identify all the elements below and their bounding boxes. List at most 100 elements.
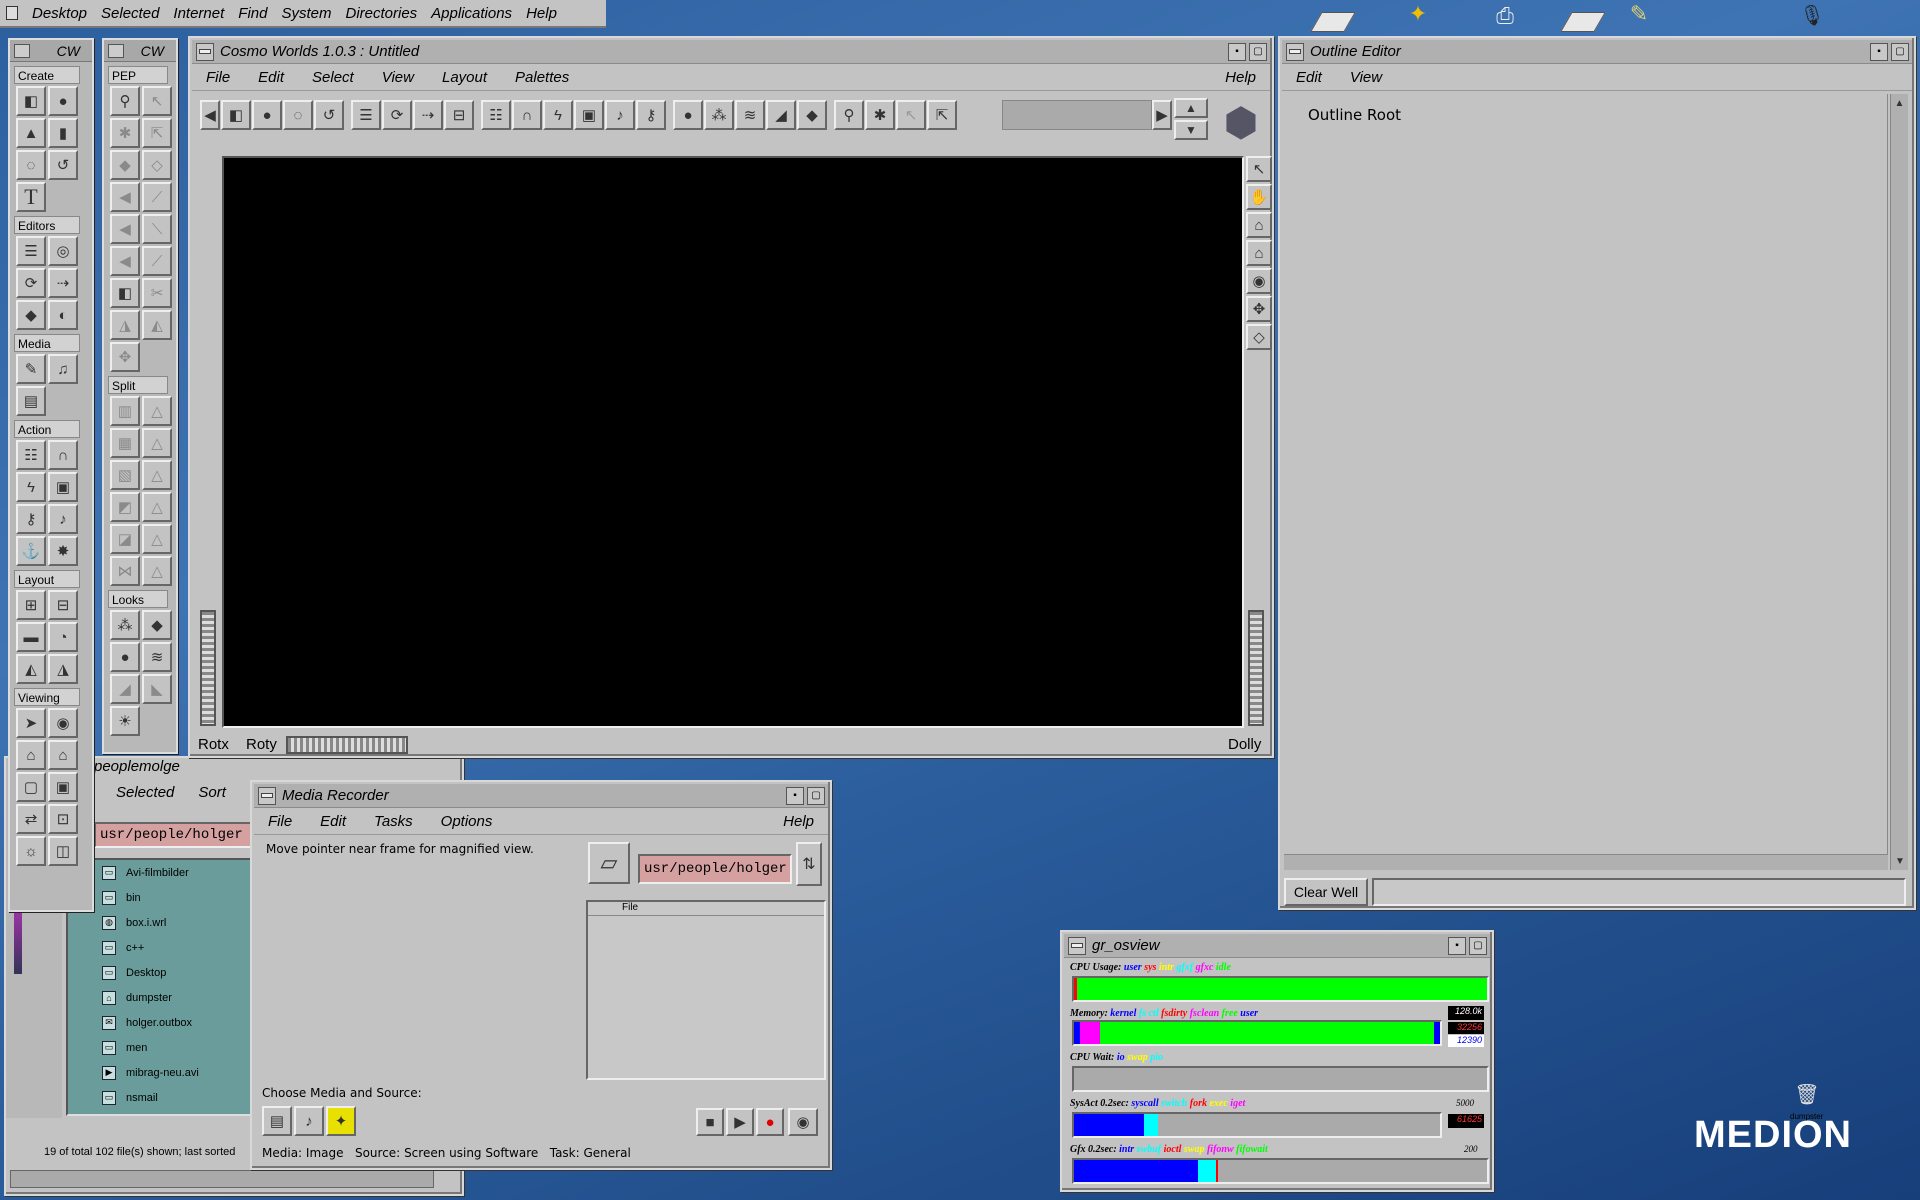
cone-icon[interactable]: ▲: [16, 118, 46, 148]
toolbar-path-icon[interactable]: ⇢: [413, 100, 443, 130]
toolbar-pin-icon[interactable]: ⚲: [834, 100, 864, 130]
menu-internet[interactable]: Internet: [173, 5, 224, 22]
audio-media-icon[interactable]: ♪: [294, 1106, 324, 1136]
protractor-icon[interactable]: ◔: [48, 622, 78, 652]
split-4-icon[interactable]: △: [142, 428, 172, 458]
list-item[interactable]: ▭ nsmail: [68, 1085, 254, 1110]
maximize-button[interactable]: ▢: [807, 786, 825, 805]
viewer-set-home-icon[interactable]: ⌂: [1246, 240, 1272, 266]
maximize-button[interactable]: ▢: [1249, 42, 1267, 61]
toolbar-sequence-icon[interactable]: ⊟: [444, 100, 474, 130]
toolbar-script-icon[interactable]: ☷: [481, 100, 511, 130]
section-pep[interactable]: PEP: [108, 66, 168, 84]
pep-pin-icon[interactable]: ⚲: [110, 86, 140, 116]
cosmo-menu-file[interactable]: File: [206, 69, 230, 86]
lightning-icon[interactable]: ϟ: [16, 472, 46, 502]
dumpster-icon[interactable]: 🗑: [1792, 1080, 1822, 1108]
toolbar-group-icon[interactable]: ⁂: [704, 100, 734, 130]
section-viewing[interactable]: Viewing: [14, 688, 80, 706]
lamp-icon[interactable]: ☼: [16, 836, 46, 866]
toolbar-morph-icon[interactable]: ⟳: [382, 100, 412, 130]
pep-tri2-icon[interactable]: ◭: [142, 310, 172, 340]
folder-icon[interactable]: ▱: [588, 842, 630, 884]
list-item[interactable]: ▭ bin: [68, 885, 254, 910]
pep-face2-icon[interactable]: ◇: [142, 150, 172, 180]
camera-icon[interactable]: ▣: [48, 772, 78, 802]
toolchest-icon[interactable]: [6, 6, 18, 20]
toolbar-list-icon[interactable]: ☰: [351, 100, 381, 130]
toolbar-cube-icon[interactable]: ◧: [221, 100, 251, 130]
list-item[interactable]: ▭ men: [68, 1035, 254, 1060]
path-icon[interactable]: ⇢: [48, 268, 78, 298]
toolbar-extrude-icon[interactable]: ↺: [314, 100, 344, 130]
viewer-eye-icon[interactable]: ◉: [1246, 268, 1272, 294]
fm-menu-sort[interactable]: Sort: [198, 784, 226, 801]
minimize-button[interactable]: ▪: [1870, 42, 1888, 61]
bulb-icon[interactable]: ☀: [110, 706, 140, 736]
desktop-microphone-icon[interactable]: 🎙: [1799, 0, 1824, 30]
menu-find[interactable]: Find: [238, 5, 267, 22]
recorder-menu-tasks[interactable]: Tasks: [374, 813, 413, 830]
toolbar-paint-icon[interactable]: ◆: [797, 100, 827, 130]
toolbar-scroll-up-icon[interactable]: ▲: [1174, 98, 1208, 118]
section-split[interactable]: Split: [108, 376, 168, 394]
fm-menu-selected[interactable]: Selected: [116, 784, 174, 801]
looks-group-icon[interactable]: ⁂: [110, 610, 140, 640]
looks-sphere-icon[interactable]: ●: [110, 642, 140, 672]
section-looks[interactable]: Looks: [108, 590, 168, 608]
menu-selected[interactable]: Selected: [101, 5, 159, 22]
maximize-button[interactable]: ▢: [1891, 42, 1909, 61]
cosmo-menu-help[interactable]: Help: [1225, 69, 1256, 86]
viewer-seek-icon[interactable]: ✥: [1246, 296, 1272, 322]
outline-titlebar[interactable]: Outline Editor ▪ ▢: [1282, 40, 1912, 64]
outline-vscrollbar[interactable]: ▲ ▼: [1890, 94, 1908, 870]
rotx-thumbwheel[interactable]: [200, 610, 216, 726]
pep-knife-icon[interactable]: ⟋: [142, 246, 172, 276]
toolbar-box-sensor-icon[interactable]: ▣: [574, 100, 604, 130]
list-item[interactable]: ⌂ dumpster: [68, 985, 254, 1010]
minimize-button[interactable]: ▪: [786, 786, 804, 805]
home-set-icon[interactable]: ⌂: [48, 740, 78, 770]
toolbar-layers-icon[interactable]: ≋: [735, 100, 765, 130]
toolbar-light-icon[interactable]: ◢: [766, 100, 796, 130]
pep-select-icon[interactable]: ⇱: [142, 118, 172, 148]
list-editor-icon[interactable]: ☰: [16, 236, 46, 266]
box-sensor-icon[interactable]: ▣: [48, 472, 78, 502]
toolbar-select-icon[interactable]: ⇱: [927, 100, 957, 130]
toolbar-scroll-right-icon[interactable]: ▶: [1152, 100, 1172, 130]
menu-desktop[interactable]: Desktop: [32, 5, 87, 22]
section-editors[interactable]: Editors: [14, 216, 80, 234]
looks-light-icon[interactable]: ◢: [110, 674, 140, 704]
pep-vertex-icon[interactable]: ✱: [110, 118, 140, 148]
desktop-diamond-icon-2[interactable]: [1560, 12, 1606, 32]
section-action[interactable]: Action: [14, 420, 80, 438]
list-item[interactable]: ▶ mibrag-neu.avi: [68, 1060, 254, 1085]
star-icon[interactable]: ✸: [48, 536, 78, 566]
minimize-button[interactable]: ▪: [1228, 42, 1246, 61]
ring-icon[interactable]: ◎: [48, 236, 78, 266]
outline-tree[interactable]: Outline Root: [1284, 94, 1888, 870]
roty-thumbwheel[interactable]: [286, 736, 408, 754]
fit-icon[interactable]: ⊡: [48, 804, 78, 834]
toolbar-curve-icon[interactable]: ∩: [512, 100, 542, 130]
recorder-menu-help[interactable]: Help: [783, 813, 814, 830]
toolbar-lightning-icon[interactable]: ϟ: [543, 100, 573, 130]
list-item[interactable]: ▭ Desktop: [68, 960, 254, 985]
pep-move-icon[interactable]: ✥: [110, 342, 140, 372]
home-icon[interactable]: ⌂: [16, 740, 46, 770]
play-icon[interactable]: ▶: [726, 1108, 754, 1136]
recorder-menu-file[interactable]: File: [268, 813, 292, 830]
key-icon[interactable]: ⚷: [16, 504, 46, 534]
viewer-hand-icon[interactable]: ✋: [1246, 184, 1272, 210]
script-icon[interactable]: ☷: [16, 440, 46, 470]
osview-titlebar[interactable]: gr_osview ▪ ▢: [1064, 934, 1490, 958]
menu-system[interactable]: System: [281, 5, 331, 22]
toolbar-music-icon[interactable]: ♪: [605, 100, 635, 130]
minimize-button[interactable]: ▪: [1448, 936, 1466, 955]
palette-window-menu[interactable]: [14, 43, 30, 58]
pep-extrude-icon[interactable]: ◀: [110, 246, 140, 276]
distribute-icon[interactable]: ⊟: [48, 590, 78, 620]
desktop-tool-icon[interactable]: ✎: [1622, 0, 1656, 28]
revolve-icon[interactable]: ◌: [16, 150, 46, 180]
window-menu-button[interactable]: [1068, 936, 1086, 955]
